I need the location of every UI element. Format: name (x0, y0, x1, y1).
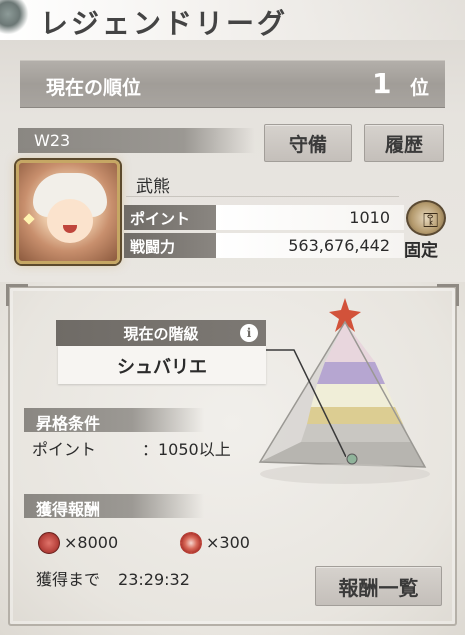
reward-countdown: 獲得まで 23:29:32 (36, 566, 190, 590)
countdown-label: 獲得まで (36, 570, 101, 589)
week-bar: W23 (18, 128, 255, 153)
lock-button[interactable]: ⚿ 固定 (400, 200, 456, 262)
promotion-header: 昇格条件 (24, 408, 204, 433)
lock-label: 固定 (404, 241, 438, 261)
title-bar: レジェンドリーグ (0, 0, 465, 40)
rank-label: 現在の順位 (46, 77, 142, 99)
condition-value: ：1050以上 (142, 440, 231, 459)
tier-value: シュバリエ (58, 346, 266, 384)
key-lock-icon: ⚿ (406, 200, 446, 236)
divider (126, 196, 399, 197)
defense-button[interactable]: 守備 (264, 124, 352, 162)
reward-list-button[interactable]: 報酬一覧 (315, 566, 442, 606)
tier-header: 現在の階級 (56, 320, 266, 346)
points-row: ポイント 1010 (124, 205, 404, 230)
rank-value: 1 (372, 67, 392, 100)
frame-corner-ornament (6, 284, 28, 306)
frame-corner-ornament (437, 284, 459, 306)
power-value: 563,676,442 (216, 233, 404, 258)
reward-amount: ×300 (206, 533, 250, 552)
history-button[interactable]: 履歴 (364, 124, 444, 162)
points-value: 1010 (216, 205, 404, 230)
red-medal-icon (38, 532, 60, 554)
condition-key: ポイント (32, 440, 97, 459)
reward-amount: ×8000 (64, 533, 119, 552)
reward-item: ×8000 (38, 530, 148, 556)
sparkle-icon (23, 213, 35, 225)
avatar-face (47, 199, 93, 243)
player-name: 武熊 (136, 177, 170, 197)
current-rank-bar: 現在の順位 1 位 (20, 60, 445, 108)
player-avatar[interactable] (16, 160, 120, 264)
rank-unit: 位 (410, 77, 430, 99)
rewards-header: 獲得報酬 (24, 494, 204, 519)
title-ornament-icon (0, 0, 30, 40)
power-label: 戦闘力 (124, 233, 216, 258)
points-label: ポイント (124, 205, 216, 230)
reward-item: ×300 (180, 530, 280, 556)
sun-gem-icon (180, 532, 202, 554)
week-label: W23 (34, 131, 71, 150)
key-icon: ⚿ (423, 208, 439, 232)
tier-pointer-line (266, 349, 346, 457)
power-row: 戦闘力 563,676,442 (124, 233, 404, 258)
page-title: レジェンドリーグ (40, 7, 289, 40)
countdown-value: 23:29:32 (118, 570, 190, 589)
